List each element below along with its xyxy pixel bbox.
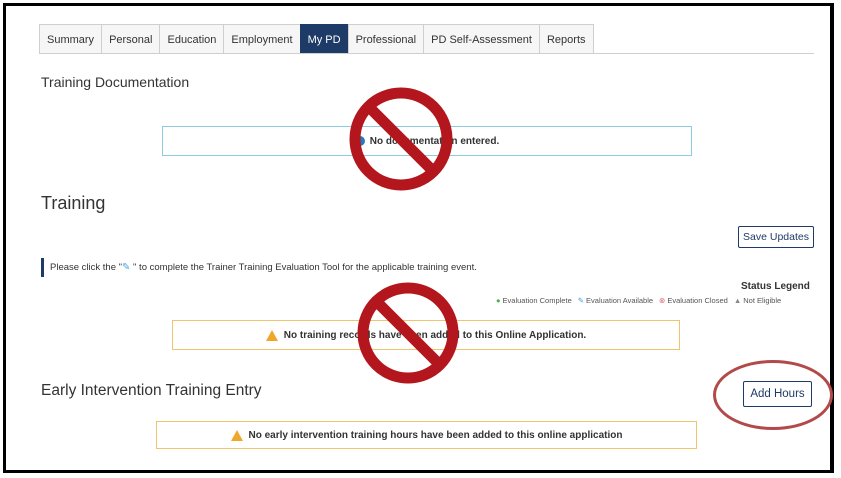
tab-professional[interactable]: Professional — [347, 24, 425, 53]
instruction-text-after: " to complete the Trainer Training Evalu… — [130, 262, 477, 273]
info-icon — [354, 136, 365, 146]
legend-item-complete: ● Evaluation Complete — [496, 296, 572, 305]
early-intervention-warning-box: No early intervention training hours hav… — [156, 421, 697, 449]
instruction-text-before: Please click the " — [50, 262, 123, 273]
tab-education[interactable]: Education — [159, 24, 225, 53]
tab-reports[interactable]: Reports — [538, 24, 594, 53]
legend-label: Evaluation Available — [586, 296, 654, 305]
legend-item-not-eligible: ▲ Not Eligible — [734, 296, 781, 305]
early-intervention-message: No early intervention training hours hav… — [248, 429, 623, 441]
tab-summary[interactable]: Summary — [39, 24, 103, 53]
documentation-message: No documentation entered. — [369, 135, 500, 147]
tab-bar: Summary Personal Education Employment My… — [39, 24, 814, 54]
check-circle-icon: ● — [496, 296, 501, 305]
training-warning-box: No training records have been added to t… — [172, 320, 680, 350]
training-message: No training records have been added to t… — [283, 329, 587, 341]
status-legend: ● Evaluation Complete ✎ Evaluation Availab… — [496, 296, 781, 305]
legend-item-available: ✎ Evaluation Available — [578, 296, 653, 305]
evaluation-instruction: Please click the "✎ " to complete the Tr… — [41, 258, 477, 277]
pencil-icon: ✎ — [577, 296, 585, 305]
legend-label: Evaluation Complete — [502, 296, 572, 305]
warning-icon — [230, 429, 243, 441]
training-documentation-heading: Training Documentation — [41, 74, 190, 90]
tab-pd-self-assessment[interactable]: PD Self-Assessment — [423, 24, 540, 53]
legend-label: Evaluation Closed — [667, 296, 728, 305]
add-hours-button[interactable]: Add Hours — [743, 381, 812, 407]
documentation-info-box: No documentation entered. — [162, 126, 692, 156]
closed-circle-icon: ⊗ — [659, 296, 666, 305]
training-heading: Training — [41, 193, 106, 213]
save-updates-button[interactable]: Save Updates — [738, 226, 814, 248]
warning-icon: ▲ — [733, 296, 742, 305]
tab-my-pd[interactable]: My PD — [299, 24, 349, 53]
legend-label: Not Eligible — [743, 296, 782, 305]
tab-personal[interactable]: Personal — [101, 24, 161, 53]
legend-item-closed: ⊗ Evaluation Closed — [659, 296, 728, 305]
tab-employment[interactable]: Employment — [223, 24, 301, 53]
warning-icon — [265, 329, 278, 341]
early-intervention-heading: Early Intervention Training Entry — [41, 382, 262, 399]
status-legend-title: Status Legend — [741, 281, 810, 292]
